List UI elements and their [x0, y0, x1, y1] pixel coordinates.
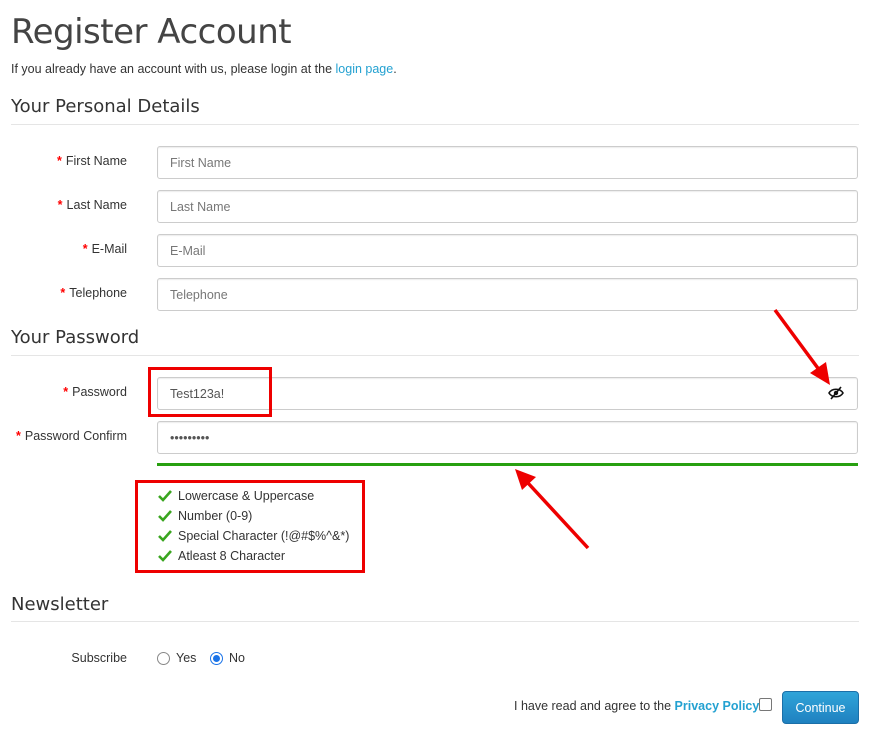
- newsletter-legend: Newsletter: [11, 594, 109, 615]
- subscribe-label: Subscribe: [71, 651, 127, 665]
- subscribe-yes-option[interactable]: Yes: [157, 651, 196, 665]
- privacy-policy-link[interactable]: Privacy Policy: [675, 699, 760, 713]
- continue-button[interactable]: Continue: [782, 691, 859, 724]
- subscribe-no-option[interactable]: No: [210, 651, 245, 665]
- annotation-arrows: [515, 308, 830, 550]
- privacy-agreement-text: I have read and agree to the Privacy Pol…: [514, 699, 760, 713]
- newsletter-divider: [11, 621, 859, 622]
- arrow-to-eye-icon: [773, 308, 830, 385]
- privacy-policy-checkbox[interactable]: [759, 698, 772, 711]
- arrow-to-strength-bar: [515, 469, 590, 550]
- subscribe-yes-radio[interactable]: [157, 651, 170, 665]
- subscribe-no-radio[interactable]: [210, 651, 223, 665]
